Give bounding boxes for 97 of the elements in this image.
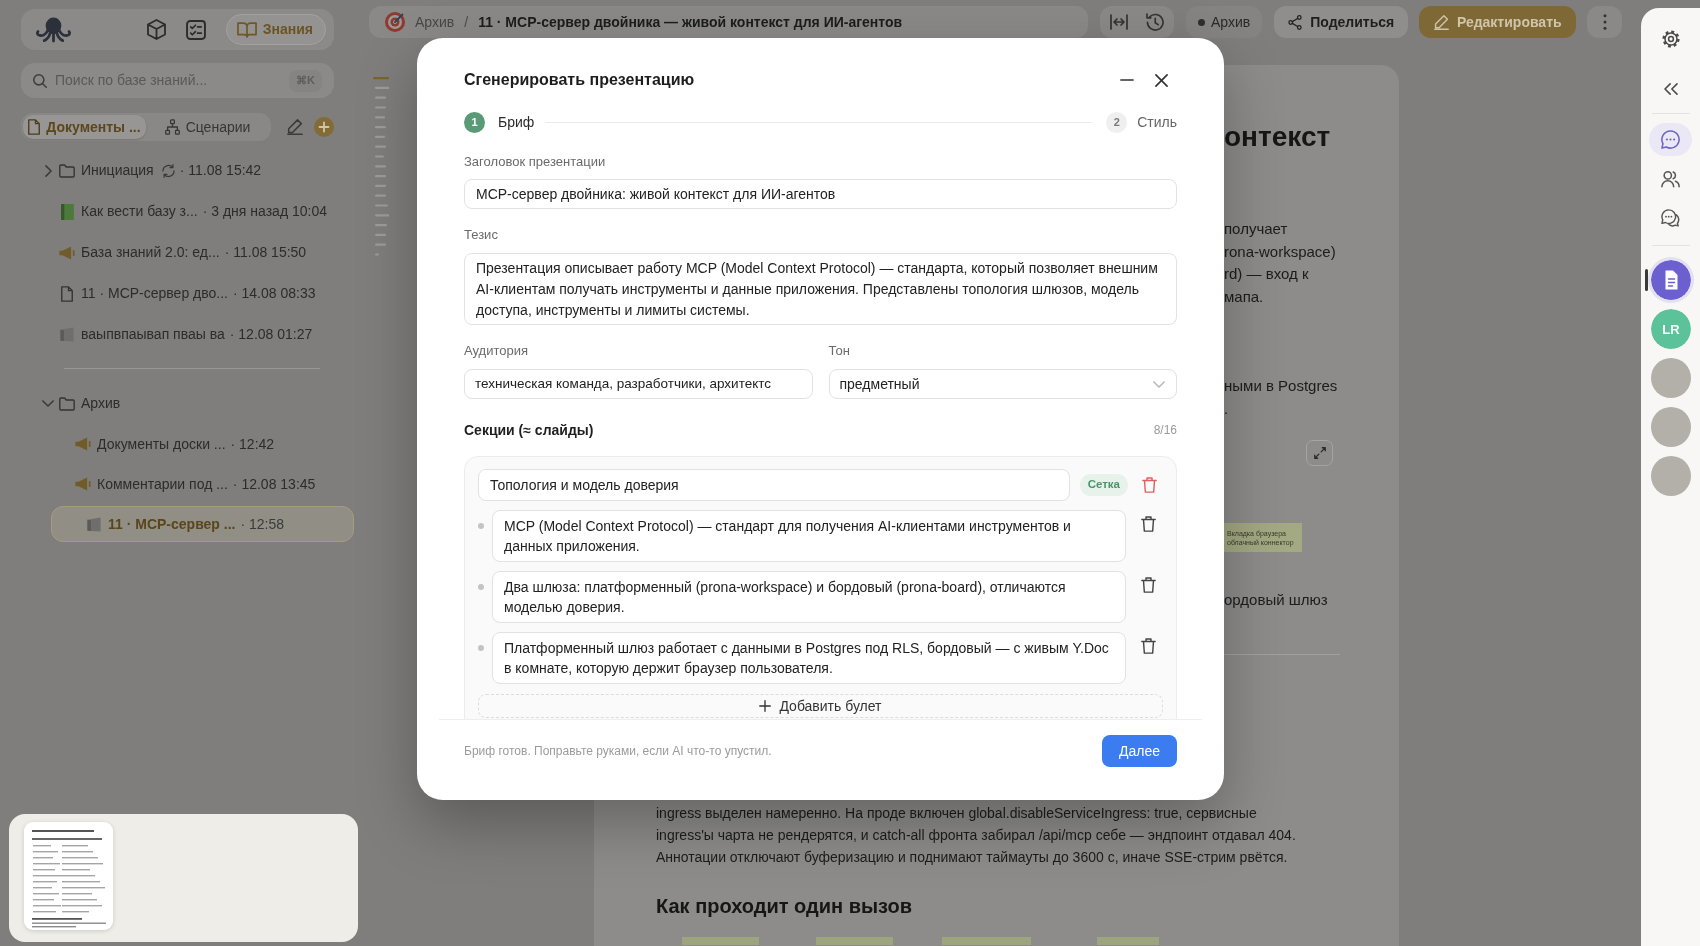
paragraph-text: получает rona-workspace) rd) — вход к мапа.	[1224, 219, 1336, 307]
history-icon[interactable]	[1146, 13, 1164, 31]
tone-select[interactable]: предметный	[828, 369, 1177, 399]
paragraph-text: ордовый шлюз	[1224, 590, 1328, 610]
avatar-placeholder[interactable]	[1651, 357, 1691, 398]
selection-marker-icon	[1645, 268, 1648, 291]
page-thumbnail-drawing[interactable]	[24, 822, 113, 930]
avatar-placeholder[interactable]	[1651, 406, 1691, 447]
search-icon	[33, 73, 47, 88]
chevron-right-icon[interactable]	[44, 164, 52, 177]
sidebar-tab[interactable]: Документы ...	[23, 115, 146, 139]
section-title-input[interactable]: Топология и модель доверия	[478, 469, 1070, 501]
pencil-icon	[1433, 14, 1449, 30]
tree-item[interactable]: Архив	[42, 383, 121, 424]
chat-button[interactable]	[1649, 123, 1692, 156]
sidebar-tab[interactable]: Сценарии	[146, 115, 269, 139]
tree-item[interactable]: Инициация · 11.08 15:42	[42, 150, 262, 191]
book-icon	[60, 203, 74, 220]
diagram-node	[1097, 937, 1159, 945]
status-dot-icon	[1198, 18, 1205, 26]
title-input[interactable]: MCP-сервер двойника: живой контекст для ИИ-агентов	[464, 179, 1177, 209]
plus-icon	[759, 700, 772, 712]
section-heading: Как проходит один вызов	[656, 894, 913, 918]
modal-title: Сгенерировать презентацию	[464, 70, 695, 90]
minimize-icon[interactable]	[1120, 79, 1134, 81]
close-icon[interactable]	[1155, 73, 1168, 87]
checklist-icon[interactable]	[185, 19, 206, 40]
tree-item[interactable]: ваыпвпаывап пваы ва · 12.08 01:27	[42, 314, 313, 355]
chevron-down-icon[interactable]	[42, 400, 54, 407]
footer-hint: Бриф готов. Поправьте руками, если AI что-то упустил.	[464, 743, 772, 760]
nav-tab[interactable]: Знания	[225, 14, 326, 45]
chevron-down-icon	[1153, 380, 1165, 388]
sections-heading: Секции (≈ слайды)	[464, 420, 594, 440]
slide-icon	[60, 327, 74, 342]
bullet-input[interactable]: Два шлюза: платформенный (prona-workspace) и бордовый (prona-board), отличаются моделью доверия.	[492, 571, 1126, 623]
slide-icon	[87, 516, 101, 532]
trash-icon[interactable]	[1141, 577, 1156, 593]
step-number[interactable]: 1	[464, 112, 485, 133]
field-label: Тон	[828, 343, 851, 359]
cube-icon[interactable]	[146, 19, 166, 40]
megaphone-icon	[75, 437, 91, 451]
next-button[interactable]: Далее	[1102, 735, 1177, 767]
step-number[interactable]: 2	[1106, 112, 1128, 133]
edit-button[interactable]: Редактировать	[1419, 6, 1577, 38]
trash-icon[interactable]	[1141, 638, 1156, 654]
bullet-input[interactable]: MCP (Model Context Protocol) — стандарт для получения AI-клиентами инструментов и данных приложения.	[492, 510, 1126, 562]
breadcrumb-link[interactable]: Архив	[415, 11, 455, 33]
field-label: Аудитория	[464, 343, 529, 359]
breadcrumb-current: 11 · MCP-сервер двойника — живой контекст для ИИ-агентов	[478, 12, 903, 32]
share-button[interactable]: Поделиться	[1274, 6, 1409, 38]
tree-item[interactable]: Документы доски ... · 12:42	[51, 424, 275, 464]
step-label[interactable]: Стиль	[1137, 112, 1177, 133]
fit-width-icon[interactable]	[1110, 14, 1128, 30]
book-icon	[236, 21, 257, 38]
tree-item[interactable]: Как вести базу з... · 3 дня назад 10:04	[42, 191, 327, 232]
megaphone-icon	[75, 477, 91, 491]
document-icon	[28, 119, 41, 135]
target-icon	[385, 12, 405, 32]
trash-icon[interactable]	[1141, 516, 1156, 532]
paragraph-text: ными в Postgres .	[1224, 376, 1338, 419]
megaphone-icon	[59, 245, 75, 260]
bullet-input[interactable]: Платформенный шлюз работает с данными в Postgres под RLS, бордовый — с живым Y.Doc в комнате, которую держит браузер пользователя.	[492, 632, 1126, 684]
add-bullet-button[interactable]: Добавить булет	[478, 694, 1163, 718]
tree-item[interactable]: 11 · MCP-сервер ... · 12:58	[51, 506, 354, 542]
document-avatar-icon[interactable]	[1651, 259, 1691, 300]
breadcrumb-separator: /	[464, 12, 469, 32]
octopus-logo[interactable]	[35, 16, 72, 43]
tree-item[interactable]: 11 · MCP-сервер дво... · 14.08 08:33	[42, 273, 316, 314]
chevrons-left-icon[interactable]	[1663, 83, 1678, 95]
audience-input[interactable]: техническая команда, разработчики, архитектс	[464, 369, 813, 399]
expand-icon	[1313, 447, 1326, 459]
folder-icon	[59, 396, 75, 411]
step-label[interactable]: Бриф	[498, 112, 535, 133]
people-icon[interactable]	[1661, 169, 1680, 188]
avatar[interactable]: LR	[1651, 308, 1691, 349]
sections-count: 8/16	[1153, 422, 1177, 439]
field-label: Заголовок презентации	[464, 154, 607, 170]
thesis-textarea[interactable]: Презентация описывает работу MCP (Model Context Protocol) — стандарта, который позволяет внешним AI-клиентам получать инструменты и данные приложения. Представлены топология шлюзов, модель доступа, инструменты и лимиты системы.	[464, 253, 1177, 325]
chat-icon	[1661, 130, 1680, 149]
comments-icon[interactable]	[1661, 208, 1680, 227]
expand-button[interactable]	[1306, 440, 1333, 466]
document-icon	[61, 285, 73, 302]
layout-badge[interactable]: Сетка	[1079, 474, 1128, 496]
folder-icon	[59, 163, 75, 178]
settings-icon[interactable]	[1661, 30, 1680, 48]
pencil-icon[interactable]	[287, 119, 303, 135]
avatar-placeholder[interactable]	[1651, 455, 1691, 496]
paragraph-text: ingress выделен намеренно. На проде включен global.disableServiceIngress: true, сервисные ingress'ы чарта не рендерятся, и catch-all фронта забирал /api/mcp себе — эндпоинт отдавал 404. Аннотации отключают буферизацию и поднимают таймауты до 3600 с, иначе SSE-стрим рвётся.	[656, 804, 1296, 867]
plus-circle-icon[interactable]	[314, 117, 334, 137]
tree-item[interactable]: База знаний 2.0: ед... · 11.08 15:50	[42, 232, 307, 273]
more-vertical-icon	[1602, 14, 1607, 30]
status-label: Архив	[1211, 12, 1251, 32]
field-label: Тезис	[464, 227, 499, 243]
hierarchy-icon	[164, 119, 180, 135]
tree-item[interactable]: Комментарии под ... · 12.08 13:45	[51, 464, 316, 504]
share-icon	[1288, 14, 1303, 30]
document-heading: онтекст	[1224, 120, 1332, 154]
